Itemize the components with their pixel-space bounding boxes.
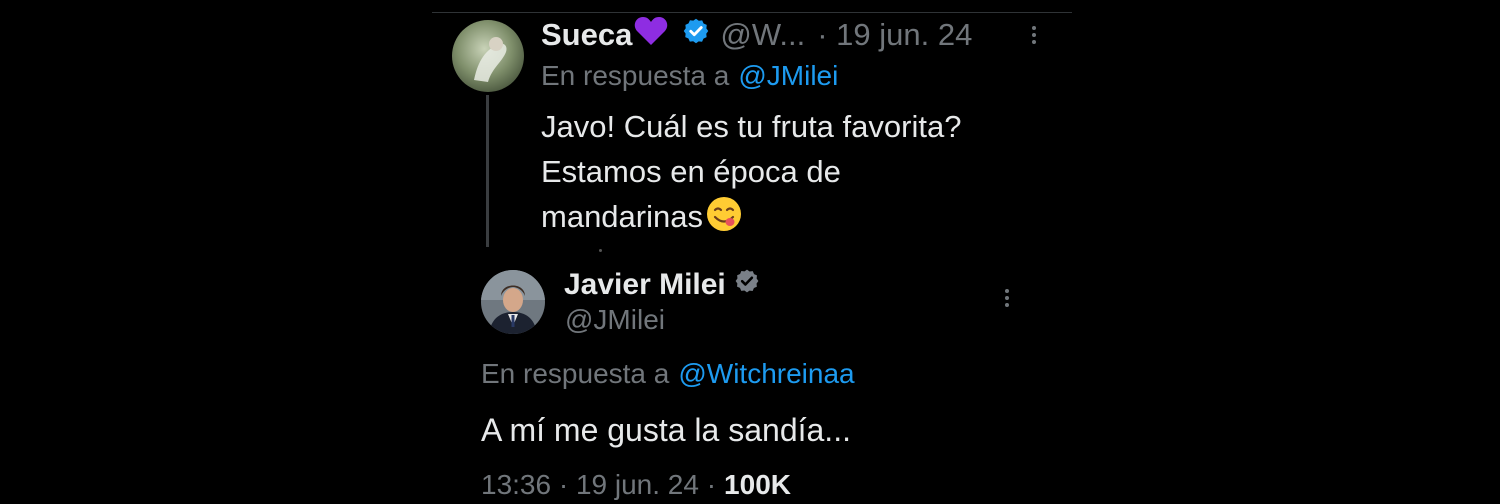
verified-badge-icon [682,17,710,53]
view-count: 100K [724,469,791,500]
author-handle[interactable]: @JMilei [565,304,665,336]
reply-header: Sueca @W... · 19 jun. 24 [541,15,972,55]
tweet-text-line: Estamos en época de [541,154,841,189]
main-handle-row: @JMilei [565,302,665,338]
more-options-icon[interactable] [1005,286,1009,310]
top-divider [432,12,1072,13]
main-author-name-row: Javier Milei [564,266,760,304]
tweet-date[interactable]: · 19 jun. 24 [817,17,972,53]
tweet-text: A mí me gusta la sandía... [481,412,851,448]
author-name[interactable]: Sueca [541,17,632,53]
reply-prefix: En respuesta a [481,358,670,389]
author-handle[interactable]: @W... [720,17,805,53]
reply-context: En respuesta a @JMilei [541,57,838,95]
tweet-text: Javo! Cuál es tu fruta favorita? Estamos… [541,104,961,245]
reply-context: En respuesta a @Witchreinaa [481,355,855,393]
author-name[interactable]: Javier Milei [564,268,726,302]
divider-dot [599,249,602,252]
reply-mention-link[interactable]: @JMilei [738,60,838,92]
tweet-text-line: Javo! Cuál es tu fruta favorita? [541,109,962,144]
avatar-sueca[interactable] [452,20,524,92]
tweet-text-line: mandarinas [541,194,961,245]
more-options-icon[interactable] [1032,23,1036,47]
reply-prefix: En respuesta a [541,60,730,91]
verified-badge-icon [734,268,760,302]
thread-connector [486,95,489,247]
reply-mention-link[interactable]: @Witchreinaa [678,358,854,390]
tweet-timestamp[interactable]: 13:36 · 19 jun. 24 · [481,469,716,501]
purple-heart-icon [634,16,668,54]
savoring-food-face-icon [705,195,743,245]
avatar-javier-milei[interactable] [481,270,545,334]
tweet-meta: 13:36 · 19 jun. 24 · 100K [481,466,791,504]
